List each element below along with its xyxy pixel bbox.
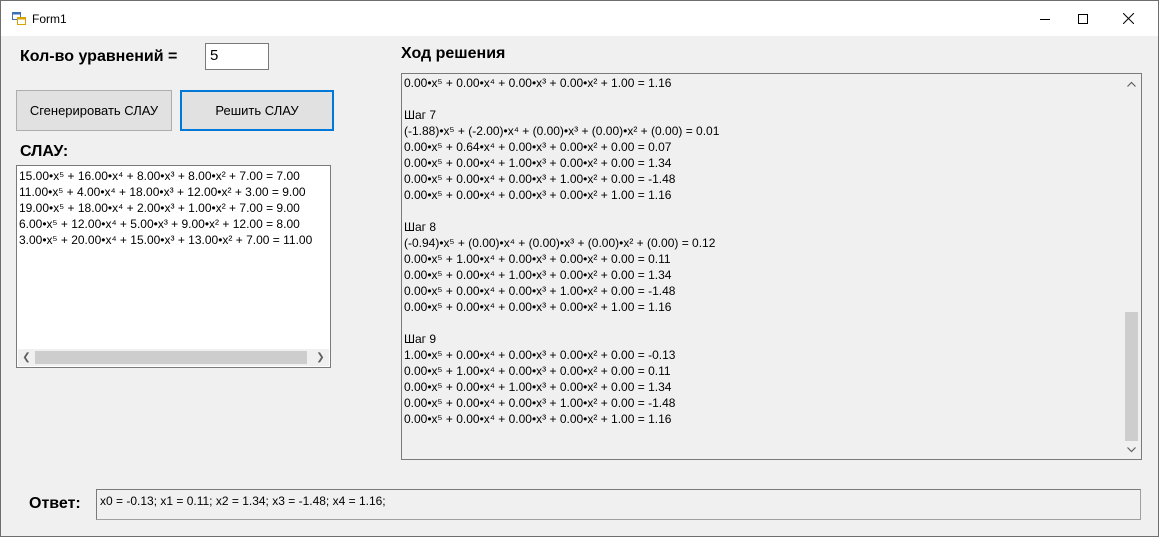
solution-line: Шаг 7 xyxy=(404,108,437,122)
solution-line: 0.00•x⁵ + 1.00•x⁴ + 0.00•x³ + 0.00•x² + … xyxy=(404,252,671,266)
slau-line: 6.00•x⁵ + 12.00•x⁴ + 5.00•x³ + 9.00•x² +… xyxy=(19,217,300,231)
slau-textbox[interactable]: 15.00•x⁵ + 16.00•x⁴ + 8.00•x³ + 8.00•x² … xyxy=(16,165,331,368)
solution-line: 0.00•x⁵ + 0.00•x⁴ + 0.00•x³ + 1.00•x² + … xyxy=(404,284,676,298)
solution-line: 0.00•x⁵ + 0.64•x⁴ + 0.00•x³ + 0.00•x² + … xyxy=(404,140,672,154)
solution-line xyxy=(404,315,719,331)
solution-line: 0.00•x⁵ + 0.00•x⁴ + 0.00•x³ + 0.00•x² + … xyxy=(404,76,672,90)
slau-horizontal-scrollbar[interactable]: ❮ ❯ xyxy=(18,349,329,366)
answer-value: x0 = -0.13; x1 = 0.11; x2 = 1.34; x3 = -… xyxy=(100,494,386,508)
solution-line: 0.00•x⁵ + 0.00•x⁴ + 0.00•x³ + 1.00•x² + … xyxy=(404,172,676,186)
close-button[interactable] xyxy=(1105,1,1151,36)
solution-scroll-thumb[interactable] xyxy=(1125,312,1138,441)
slau-line: 15.00•x⁵ + 16.00•x⁴ + 8.00•x³ + 8.00•x² … xyxy=(19,169,300,183)
solution-line: Шаг 8 xyxy=(404,220,437,234)
solution-line: (-0.94)•x⁵ + (0.00)•x⁴ + (0.00)•x³ + (0.… xyxy=(404,236,716,250)
window-title: Form1 xyxy=(32,12,67,26)
form-app-icon xyxy=(12,12,26,25)
solution-line: Шаг 9 xyxy=(404,332,437,346)
equation-count-input[interactable]: 5 xyxy=(205,43,269,70)
scroll-left-icon[interactable]: ❮ xyxy=(18,349,35,366)
solution-line xyxy=(404,203,719,219)
scroll-right-icon[interactable]: ❯ xyxy=(312,349,329,366)
solution-textbox[interactable]: 0.00•x⁵ + 0.00•x⁴ + 0.00•x³ + 0.00•x² + … xyxy=(401,73,1142,460)
main-window: Form1 Кол-во уравнений = 5 Сгенерировать… xyxy=(0,0,1159,537)
solution-line: 0.00•x⁵ + 0.00•x⁴ + 0.00•x³ + 0.00•x² + … xyxy=(404,188,672,202)
slau-line: 11.00•x⁵ + 4.00•x⁴ + 18.00•x³ + 12.00•x²… xyxy=(19,185,306,199)
solution-line: 1.00•x⁵ + 0.00•x⁴ + 0.00•x³ + 0.00•x² + … xyxy=(404,348,676,362)
answer-field[interactable]: x0 = -0.13; x1 = 0.11; x2 = 1.34; x3 = -… xyxy=(96,489,1141,520)
title-bar[interactable]: Form1 xyxy=(1,1,1158,36)
solution-line xyxy=(404,91,719,107)
solution-line: 0.00•x⁵ + 0.00•x⁴ + 0.00•x³ + 0.00•x² + … xyxy=(404,300,672,314)
solution-line: (-1.88)•x⁵ + (-2.00)•x⁴ + (0.00)•x³ + (0… xyxy=(404,124,720,138)
solve-slau-button[interactable]: Решить СЛАУ xyxy=(180,90,334,131)
close-icon xyxy=(1122,13,1134,24)
scroll-up-icon[interactable] xyxy=(1123,75,1140,92)
solution-line: 0.00•x⁵ + 0.00•x⁴ + 1.00•x³ + 0.00•x² + … xyxy=(404,156,672,170)
answer-label: Ответ: xyxy=(29,495,81,512)
slau-line: 19.00•x⁵ + 18.00•x⁴ + 2.00•x³ + 1.00•x² … xyxy=(19,201,300,215)
maximize-button[interactable] xyxy=(1060,1,1106,36)
equation-count-label: Кол-во уравнений = xyxy=(20,48,178,65)
slau-scroll-thumb[interactable] xyxy=(35,351,307,364)
solution-line: 0.00•x⁵ + 0.00•x⁴ + 1.00•x³ + 0.00•x² + … xyxy=(404,380,672,394)
slau-lines: 15.00•x⁵ + 16.00•x⁴ + 8.00•x³ + 8.00•x² … xyxy=(19,168,312,248)
solution-line: 0.00•x⁵ + 0.00•x⁴ + 0.00•x³ + 0.00•x² + … xyxy=(404,412,672,426)
solution-line: 0.00•x⁵ + 0.00•x⁴ + 1.00•x³ + 0.00•x² + … xyxy=(404,268,672,282)
slau-label: СЛАУ: xyxy=(20,143,69,160)
solution-line: 0.00•x⁵ + 0.00•x⁴ + 0.00•x³ + 1.00•x² + … xyxy=(404,396,676,410)
slau-line: 3.00•x⁵ + 20.00•x⁴ + 15.00•x³ + 13.00•x²… xyxy=(19,233,313,247)
solution-label: Ход решения xyxy=(401,45,506,62)
maximize-icon xyxy=(1078,13,1088,24)
solution-line: 0.00•x⁵ + 1.00•x⁴ + 0.00•x³ + 0.00•x² + … xyxy=(404,364,671,378)
solution-lines: 0.00•x⁵ + 0.00•x⁴ + 0.00•x³ + 0.00•x² + … xyxy=(404,75,719,427)
scroll-down-icon[interactable] xyxy=(1123,441,1140,458)
minimize-icon xyxy=(1040,18,1050,20)
generate-slau-button[interactable]: Сгенерировать СЛАУ xyxy=(16,90,172,131)
solution-vertical-scrollbar[interactable] xyxy=(1123,75,1140,458)
